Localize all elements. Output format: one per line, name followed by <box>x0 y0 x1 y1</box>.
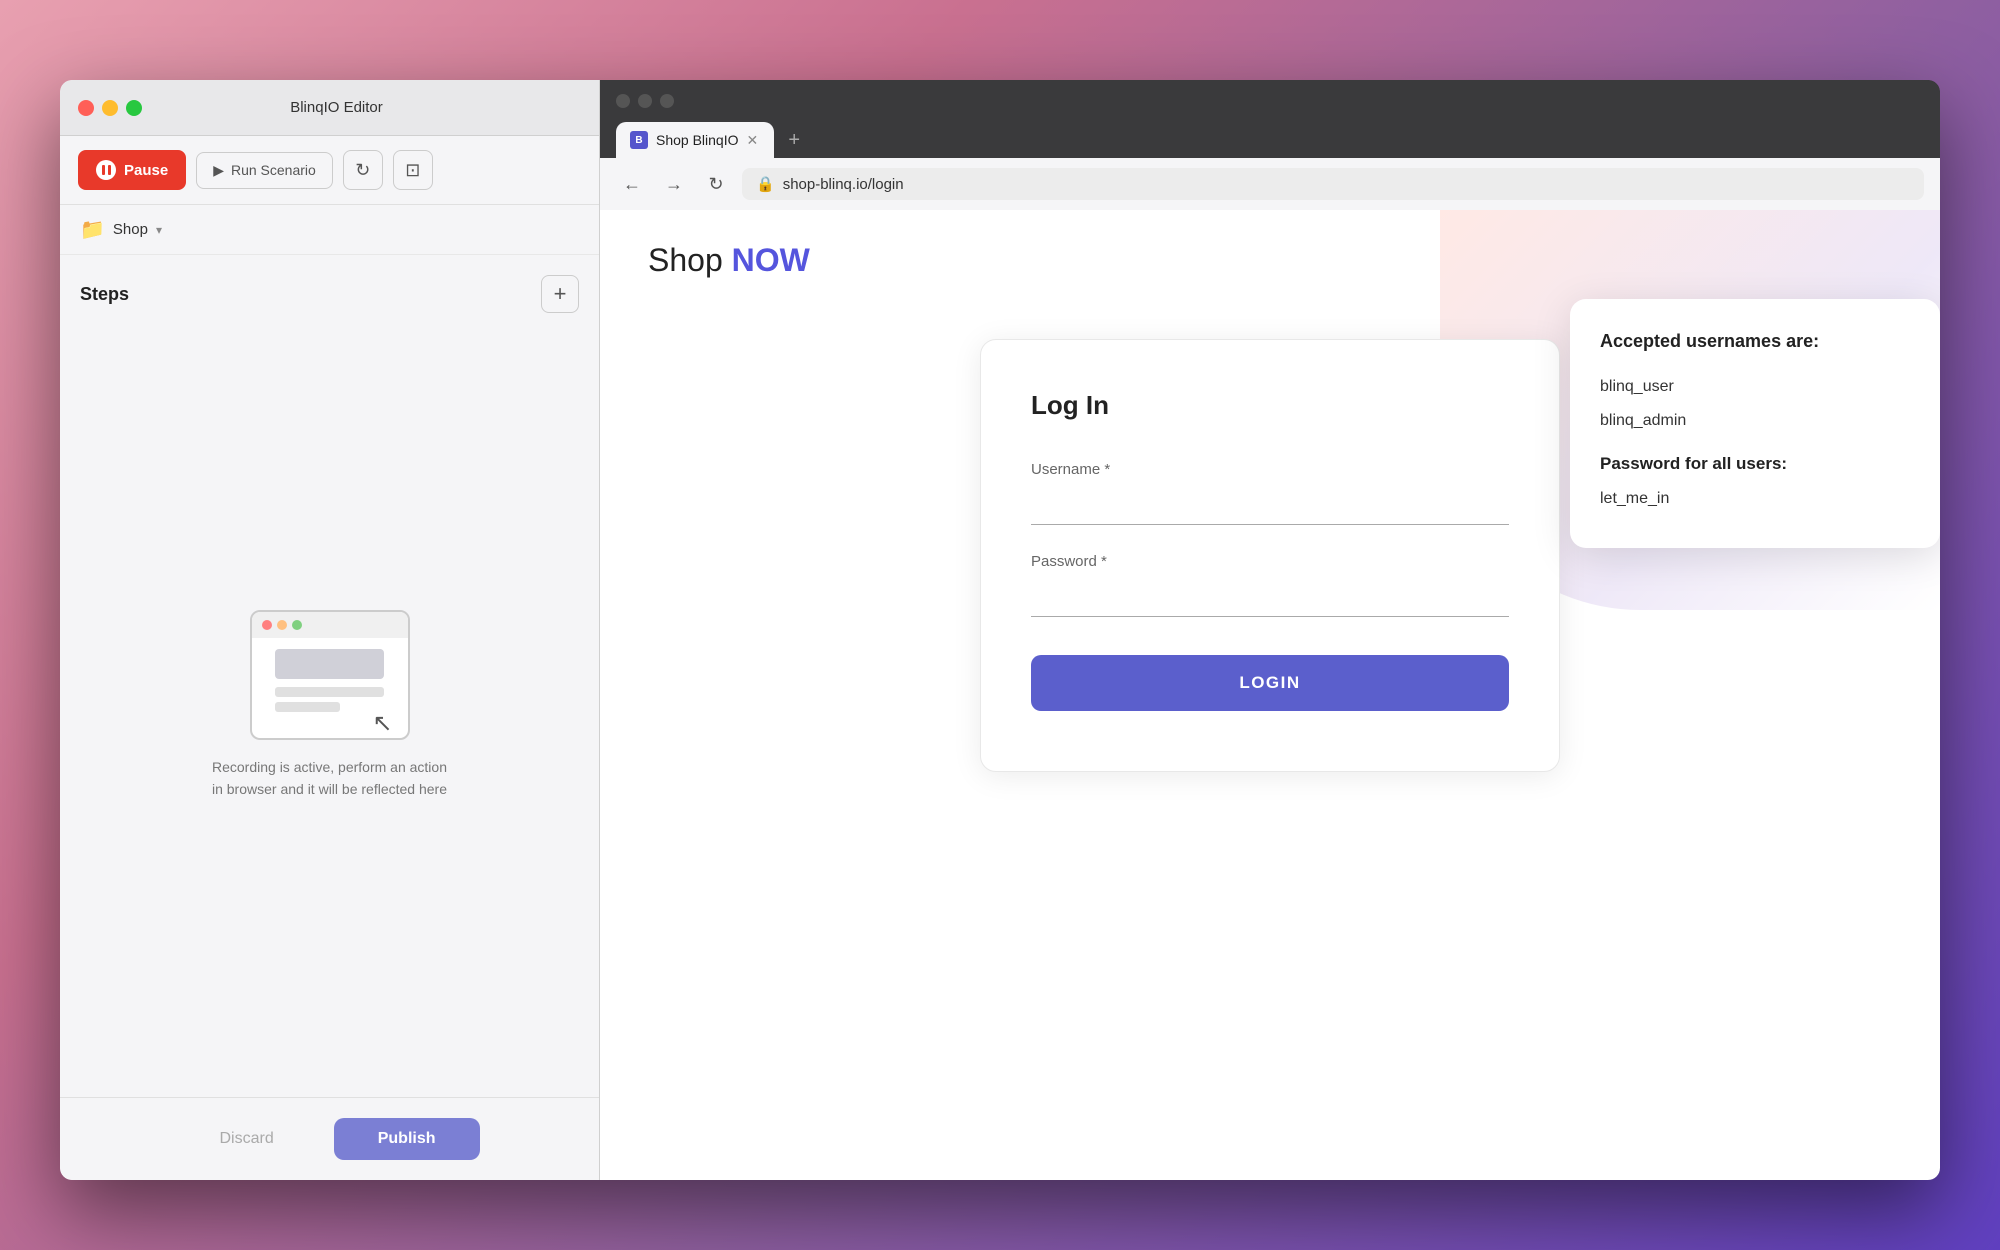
back-button[interactable]: ← <box>616 168 648 200</box>
recording-line1: Recording is active, perform an action <box>212 759 447 775</box>
browser-traffic-lights <box>616 94 674 108</box>
credentials-title: Accepted usernames are: <box>1600 331 1910 352</box>
password-input[interactable] <box>1031 578 1509 617</box>
recording-placeholder: ↖ Recording is active, perform an action… <box>80 333 579 1077</box>
forward-icon: → <box>665 174 683 195</box>
run-scenario-label: Run Scenario <box>231 162 316 178</box>
password-title: Password for all users: <box>1600 454 1910 474</box>
username-label-text: Username * <box>1031 461 1110 478</box>
mini-content-line-1 <box>275 687 384 697</box>
address-bar[interactable]: 🔒 shop-blinq.io/login <box>742 168 1924 200</box>
embed-button[interactable]: ⊡ <box>393 150 433 190</box>
login-button[interactable]: LOGIN <box>1031 655 1509 711</box>
credentials-card: Accepted usernames are: blinq_user blinq… <box>1570 299 1940 548</box>
pause-bars-icon <box>102 165 111 175</box>
steps-container: Steps + <box>60 255 599 1097</box>
reload-icon: ↻ <box>708 174 723 195</box>
refresh-icon: ↻ <box>355 160 370 181</box>
username-blinq-admin: blinq_admin <box>1600 404 1910 438</box>
forward-button[interactable]: → <box>658 168 690 200</box>
run-scenario-button[interactable]: ▶ Run Scenario <box>196 152 333 189</box>
mini-browser-icon: ↖ <box>250 610 410 740</box>
cursor-icon: ↖ <box>372 709 392 738</box>
steps-title: Steps <box>80 284 129 305</box>
browser-panel: B Shop BlinqIO ✕ + ← → ↻ 🔒 shop-blinq.i <box>600 80 1940 1180</box>
editor-panel: BlinqIO Editor Pause ▶ Run Scenario ↻ <box>60 80 600 1180</box>
discard-button[interactable]: Discard <box>179 1118 313 1160</box>
pause-bar-right <box>108 165 111 175</box>
address-bar-url: shop-blinq.io/login <box>783 176 904 193</box>
login-label: LOGIN <box>1239 673 1300 692</box>
publish-button[interactable]: Publish <box>334 1118 480 1160</box>
pause-icon <box>96 160 116 180</box>
pause-label: Pause <box>124 162 168 179</box>
back-icon: ← <box>623 174 641 195</box>
folder-name: Shop <box>113 221 148 238</box>
browser-chrome: B Shop BlinqIO ✕ + <box>600 80 1940 158</box>
password-form-group: Password * <box>1031 553 1509 617</box>
username-label: Username * <box>1031 461 1509 478</box>
mini-dot-green <box>292 620 302 630</box>
browser-content: Shop NOW Log In Username * Password * <box>600 210 1940 1180</box>
username-form-group: Username * <box>1031 461 1509 525</box>
login-section: Log In Username * Password * <box>600 299 1940 812</box>
username-input[interactable] <box>1031 486 1509 525</box>
folder-icon: 📁 <box>80 217 105 242</box>
folder-row: 📁 Shop ▾ <box>60 205 599 255</box>
steps-header: Steps + <box>80 275 579 313</box>
mini-content-line-2 <box>275 702 340 712</box>
recording-line2: in browser and it will be reflected here <box>212 781 447 797</box>
new-tab-button[interactable]: + <box>778 124 810 156</box>
mini-content-lines <box>275 687 384 712</box>
username-blinq-user: blinq_user <box>1600 370 1910 404</box>
add-step-button[interactable]: + <box>541 275 579 313</box>
editor-bottom: Discard Publish <box>60 1097 599 1180</box>
play-icon: ▶ <box>213 162 224 179</box>
pause-button[interactable]: Pause <box>78 150 186 190</box>
editor-title: BlinqIO Editor <box>92 99 581 116</box>
tab-favicon: B <box>630 131 648 149</box>
mini-browser-dots <box>252 612 408 638</box>
password-label: Password * <box>1031 553 1509 570</box>
browser-close-light[interactable] <box>616 94 630 108</box>
publish-label: Publish <box>378 1130 436 1147</box>
tab-close-button[interactable]: ✕ <box>747 132 759 149</box>
recording-hint-text: Recording is active, perform an action i… <box>212 756 447 801</box>
tab-bar: B Shop BlinqIO ✕ + <box>616 122 1924 158</box>
password-label-text: Password * <box>1031 553 1107 570</box>
mini-dot-yellow <box>277 620 287 630</box>
editor-toolbar: Pause ▶ Run Scenario ↻ ⊡ <box>60 136 599 205</box>
plus-icon: + <box>554 281 567 307</box>
mini-dot-red <box>262 620 272 630</box>
refresh-button[interactable]: ↻ <box>343 150 383 190</box>
header-part2: NOW <box>732 242 810 278</box>
lock-icon: 🔒 <box>756 175 775 193</box>
chevron-down-icon: ▾ <box>156 223 162 237</box>
discard-label: Discard <box>219 1130 273 1147</box>
browser-chrome-top <box>616 94 1924 108</box>
browser-nav: ← → ↻ 🔒 shop-blinq.io/login <box>600 158 1940 210</box>
login-card: Log In Username * Password * <box>980 339 1560 772</box>
page-header: Shop NOW <box>600 210 1940 299</box>
tab-title: Shop BlinqIO <box>656 132 739 148</box>
browser-tab-active[interactable]: B Shop BlinqIO ✕ <box>616 122 774 158</box>
pause-bar-left <box>102 165 105 175</box>
embed-icon: ⊡ <box>405 160 420 181</box>
editor-titlebar: BlinqIO Editor <box>60 80 599 136</box>
mini-content-block <box>275 649 384 679</box>
browser-minimize-light[interactable] <box>638 94 652 108</box>
browser-fullscreen-light[interactable] <box>660 94 674 108</box>
reload-button[interactable]: ↻ <box>700 168 732 200</box>
password-value: let_me_in <box>1600 482 1910 516</box>
header-part1: Shop <box>648 242 732 278</box>
login-title: Log In <box>1031 390 1509 421</box>
mac-window: BlinqIO Editor Pause ▶ Run Scenario ↻ <box>60 80 1940 1180</box>
